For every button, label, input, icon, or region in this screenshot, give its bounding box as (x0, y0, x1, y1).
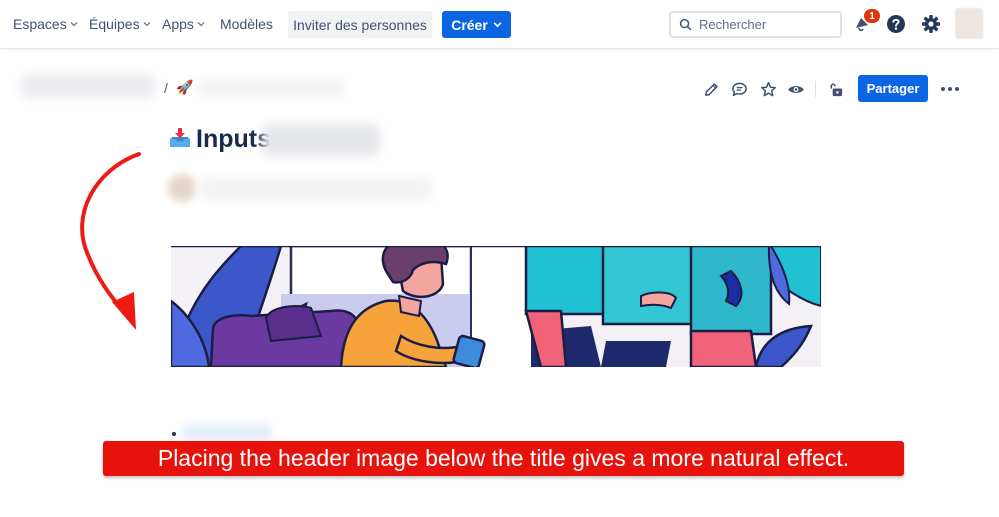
comment-icon (731, 82, 747, 96)
nav-modeles[interactable]: Modèles (220, 16, 273, 32)
share-button[interactable]: Partager (858, 75, 928, 102)
toolbar-divider (815, 81, 816, 97)
nav-apps-label: Apps (162, 16, 194, 32)
page-title: Inputs (196, 125, 271, 153)
unlocked-icon (829, 83, 842, 96)
restrictions-button[interactable] (826, 80, 844, 98)
search-icon (679, 18, 692, 31)
breadcrumb-separator: / (164, 80, 168, 96)
create-button[interactable]: Créer (442, 11, 511, 38)
nav-equipes-label: Équipes (89, 16, 140, 32)
star-icon (760, 81, 776, 96)
breadcrumb-page-redacted[interactable] (196, 80, 346, 96)
title-redacted (262, 124, 380, 156)
nav-equipes[interactable]: Équipes (89, 16, 151, 32)
nav-modeles-label: Modèles (220, 16, 273, 32)
search-placeholder: Rechercher (699, 17, 767, 32)
rocket-icon: 🚀 (176, 79, 194, 95)
list-bullet (172, 432, 176, 436)
more-dot-icon (955, 87, 959, 91)
avatar[interactable] (955, 8, 983, 39)
chevron-down-icon (143, 22, 151, 27)
author-avatar[interactable] (168, 174, 196, 202)
star-button[interactable] (759, 80, 777, 98)
annotation-arrow (80, 152, 141, 330)
comment-button[interactable] (730, 80, 748, 98)
nav-espaces-label: Espaces (13, 16, 67, 32)
nav-apps[interactable]: Apps (162, 16, 205, 32)
notification-badge: 1 (864, 9, 880, 23)
invite-people-button[interactable]: Inviter des personnes (288, 11, 432, 38)
top-navigation: Espaces Équipes Apps Modèles Inviter des… (0, 0, 999, 49)
help-icon (887, 15, 905, 33)
create-button-label: Créer (451, 16, 488, 33)
chevron-down-icon (70, 22, 78, 27)
more-actions-button[interactable] (940, 80, 960, 98)
annotation-callout: Placing the header image below the title… (103, 441, 904, 476)
settings-icon (922, 15, 940, 33)
breadcrumb-space-redacted[interactable] (20, 74, 156, 98)
watch-icon (788, 85, 804, 93)
help-button[interactable] (885, 13, 907, 35)
edit-icon (704, 82, 718, 96)
nav-espaces[interactable]: Espaces (13, 16, 78, 32)
chevron-down-icon (197, 22, 205, 27)
search-input[interactable]: Rechercher (669, 11, 842, 38)
settings-button[interactable] (920, 13, 942, 35)
more-dot-icon (948, 87, 952, 91)
watch-button[interactable] (787, 80, 805, 98)
chevron-down-icon (493, 22, 502, 28)
more-dot-icon (941, 87, 945, 91)
list-item-link-redacted[interactable] (182, 424, 272, 442)
edit-button[interactable] (702, 80, 720, 98)
inbox-tray-icon (170, 128, 190, 147)
byline-redacted (200, 178, 432, 200)
header-image (171, 246, 821, 367)
